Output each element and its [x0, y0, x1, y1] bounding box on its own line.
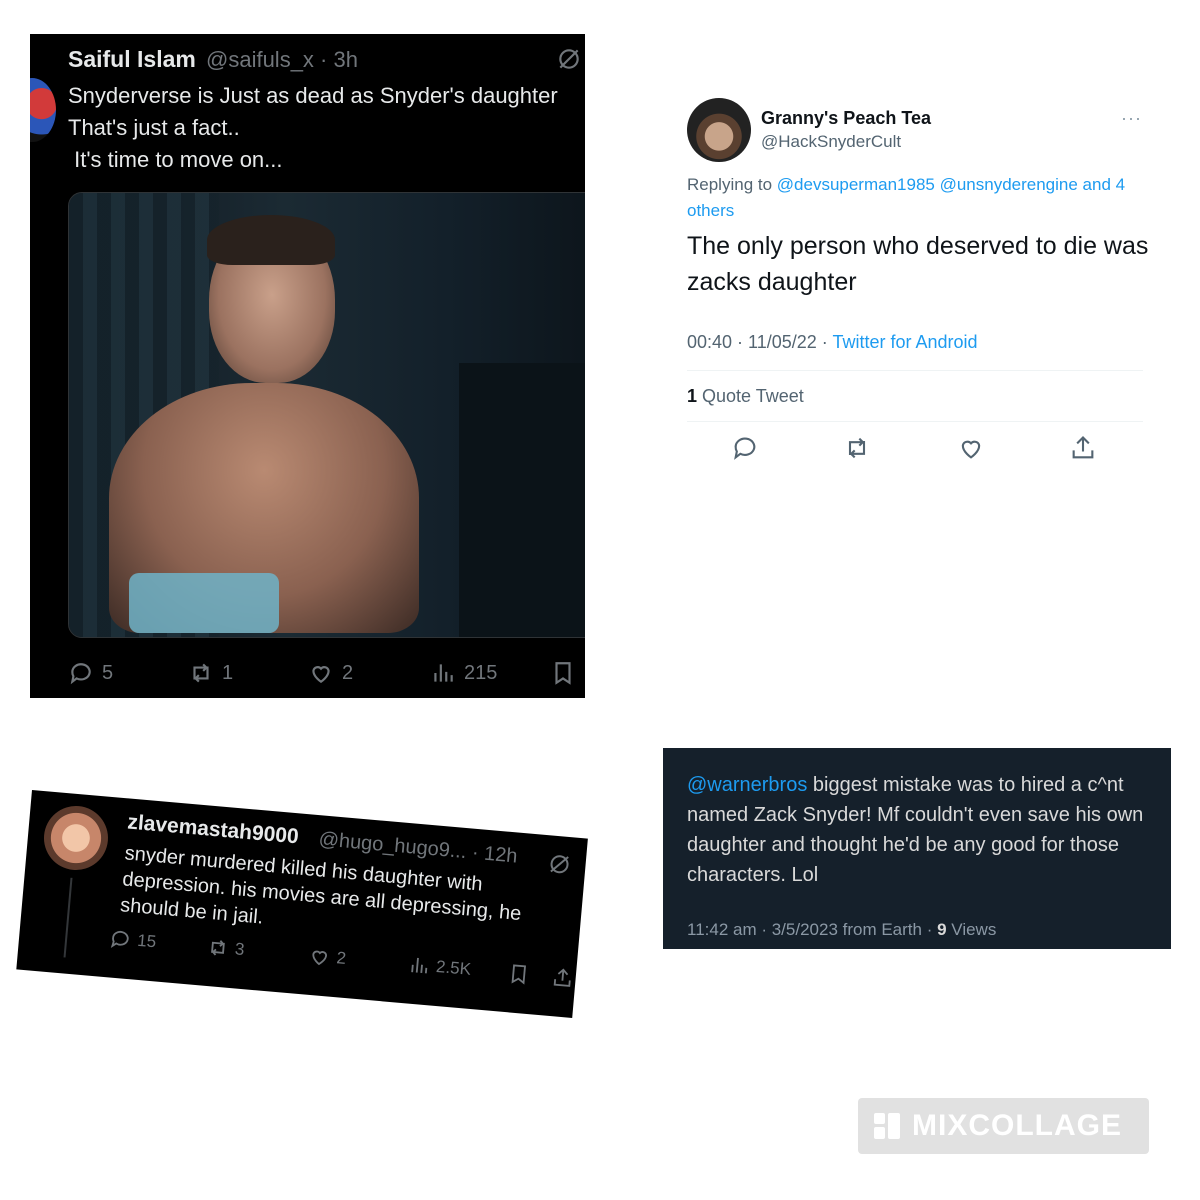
quote-label: Quote Tweet: [697, 386, 804, 406]
source-link[interactable]: Twitter for Android: [832, 332, 977, 352]
avatar[interactable]: [687, 98, 751, 162]
view-count: 2.5K: [435, 956, 472, 979]
mention-link[interactable]: @warnerbros: [687, 774, 807, 796]
tweet-text: The only person who deserved to die was …: [687, 232, 1149, 296]
tweet-meta: 11:42 am · 3/5/2023 from Earth · 9 Views: [687, 920, 996, 940]
quote-tweets-link[interactable]: 1 Quote Tweet: [687, 386, 804, 407]
retweet-icon[interactable]: [843, 434, 871, 462]
tweet-text: Snyderverse is Just as dead as Snyder's …: [68, 83, 558, 172]
quote-count: 1: [687, 386, 698, 406]
like-count: 2: [342, 661, 354, 684]
views-button[interactable]: 215: [430, 660, 497, 686]
action-bar: 5 1 2 215: [68, 660, 578, 688]
heart-icon: [312, 950, 328, 966]
views-chart-icon: [434, 664, 453, 682]
replying-to-label: Replying to: [687, 175, 777, 194]
repost-icon: [193, 663, 209, 683]
avatar[interactable]: [41, 803, 111, 873]
display-name[interactable]: Saiful Islam: [68, 46, 196, 73]
reply-count: 15: [136, 930, 157, 952]
reply-icon: [110, 930, 129, 948]
views-count: 9: [937, 920, 947, 939]
tweet-panel-granny: Granny's Peach Tea @HackSnyderCult ··· R…: [665, 88, 1165, 470]
share-button[interactable]: [551, 966, 575, 990]
repost-count: 3: [234, 939, 246, 960]
grok-icon[interactable]: [556, 46, 582, 72]
handle-and-time[interactable]: @saifuls_x · 3h: [206, 47, 358, 73]
like-button[interactable]: 2: [308, 945, 347, 970]
tweet-meta: 00:40 · 11/05/22 · Twitter for Android: [687, 332, 978, 353]
repost-button[interactable]: 1: [188, 660, 233, 686]
avatar[interactable]: [30, 78, 56, 142]
tweet-photo[interactable]: [68, 192, 585, 638]
divider: [687, 421, 1143, 422]
bookmark-icon: [555, 662, 571, 685]
divider: [687, 370, 1143, 371]
tweet-panel-warnerbros: @warnerbros biggest mistake was to hired…: [663, 748, 1171, 949]
handle[interactable]: @HackSnyderCult: [761, 132, 901, 152]
tweet-panel-zlavemastah: zlavemastah9000 @hugo_hugo9... · 12h sny…: [16, 790, 588, 1018]
tweet-text-block: @warnerbros biggest mistake was to hired…: [687, 770, 1161, 890]
watermark-text: MIXCOLLAGE: [912, 1109, 1122, 1142]
grok-icon[interactable]: [547, 851, 573, 877]
repost-count: 1: [222, 661, 234, 684]
reply-button[interactable]: 5: [68, 660, 113, 686]
bookmark-icon: [511, 964, 526, 985]
mixcollage-watermark: MIXCOLLAGE: [858, 1098, 1149, 1154]
action-bar: [687, 434, 1143, 464]
reply-icon: [70, 663, 91, 685]
view-count: 215: [464, 661, 498, 684]
mixcollage-logo-icon: [874, 1113, 900, 1139]
views-chart-icon: [411, 957, 428, 974]
share-icon: [553, 968, 571, 987]
replying-to: Replying to @devsuperman1985 @unsnyderen…: [687, 172, 1157, 224]
heart-icon: [312, 666, 330, 683]
bookmark-button[interactable]: [507, 962, 531, 986]
share-icon[interactable]: [1069, 434, 1097, 462]
views-label: Views: [946, 920, 997, 939]
tweet-panel-saiful: Saiful Islam @saifuls_x · 3h Snyderverse…: [30, 34, 585, 698]
views-button[interactable]: 2.5K: [407, 953, 472, 980]
timestamp: 00:40 · 11/05/22 ·: [687, 332, 833, 352]
thread-line: [63, 877, 73, 958]
like-button[interactable]: 2: [308, 660, 353, 686]
like-count: 2: [335, 948, 347, 968]
bookmark-button[interactable]: [550, 660, 576, 686]
reply-count: 5: [102, 661, 114, 684]
repost-icon: [211, 940, 225, 956]
display-name[interactable]: Granny's Peach Tea: [761, 108, 931, 129]
reply-button[interactable]: 15: [108, 927, 157, 953]
reply-icon[interactable]: [731, 434, 759, 462]
heart-icon[interactable]: [957, 434, 985, 462]
timestamp: 11:42 am · 3/5/2023 from Earth ·: [687, 920, 938, 939]
repost-button[interactable]: 3: [206, 936, 245, 961]
more-options-icon[interactable]: ···: [1121, 108, 1142, 129]
